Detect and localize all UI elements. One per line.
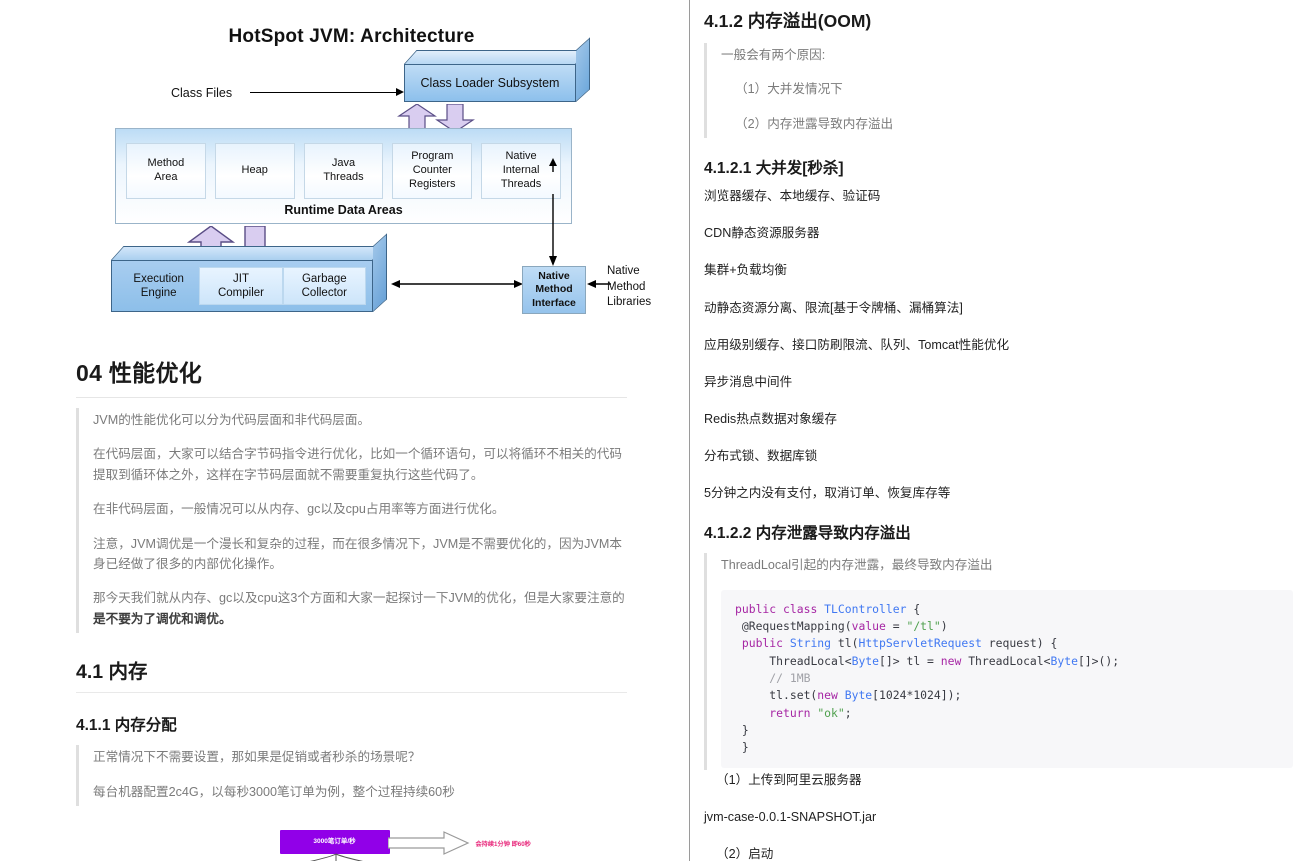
engine-nmi-connector-icon bbox=[391, 278, 523, 290]
document-page: HotSpot JVM: Architecture Class Files Cl… bbox=[0, 0, 1311, 861]
concurrency-item-7: Redis热点数据对象缓存 bbox=[704, 409, 1293, 429]
flow-root-label: 3000笔订单/秒 bbox=[313, 838, 355, 847]
figure-title: HotSpot JVM: Architecture bbox=[79, 8, 624, 48]
class-loader-label: Class Loader Subsystem bbox=[421, 76, 560, 90]
execution-engine-box-side bbox=[373, 233, 387, 312]
quote-performance-line-5-bold: 是不要为了调优和调优。 bbox=[93, 612, 232, 626]
heading-memory-leak: 4.1.2.2 内存泄露导致内存溢出 bbox=[704, 521, 1293, 543]
step-2: （2）启动 bbox=[704, 844, 1293, 861]
execution-engine-box-top bbox=[111, 246, 386, 260]
class-loader-subsystem-box: Class Loader Subsystem bbox=[404, 64, 576, 102]
class-files-label: Class Files bbox=[171, 86, 232, 100]
engine-cell-jit-compiler: JITCompiler bbox=[199, 267, 282, 305]
heading-performance-optimization: 04 性能优化 bbox=[76, 354, 627, 398]
jvm-architecture-figure: HotSpot JVM: Architecture Class Files Cl… bbox=[79, 8, 624, 328]
concurrency-item-3: 集群+负载均衡 bbox=[704, 260, 1293, 280]
quote-threadlocal-text: ThreadLocal引起的内存泄露，最终导致内存溢出 bbox=[721, 555, 1293, 575]
quote-oom-line-1: 一般会有两个原因: bbox=[721, 45, 1293, 65]
flow-duration-note: 会持续1分钟 即60秒 bbox=[476, 839, 531, 848]
quote-allocation-line-2: 每台机器配置2c4G，以每秒3000笔订单为例，整个过程持续60秒 bbox=[93, 782, 627, 802]
runtime-cell-method-area: MethodArea bbox=[126, 143, 206, 199]
runtime-cell-heap: Heap bbox=[215, 143, 295, 199]
concurrency-item-6: 异步消息中间件 bbox=[704, 372, 1293, 392]
execution-engine-box: ExecutionEngine JITCompiler GarbageColle… bbox=[111, 260, 373, 312]
quote-oom-line-2: （1）大并发情况下 bbox=[721, 79, 1293, 99]
quote-performance-line-5-text: 那今天我们就从内存、gc以及cpu这3个方面和大家一起探讨一下JVM的优化，但是… bbox=[93, 591, 625, 605]
quote-allocation-line-1: 正常情况下不需要设置，那如果是促销或者秒杀的场景呢？ bbox=[93, 747, 627, 767]
runtime-data-areas-cells: MethodArea Heap JavaThreads ProgramCount… bbox=[116, 143, 571, 199]
engine-cell-execution-engine: ExecutionEngine bbox=[118, 267, 199, 305]
code-block-java[interactable]: public class TLController { @RequestMapp… bbox=[721, 590, 1293, 768]
jar-filename: jvm-case-0.0.1-SNAPSHOT.jar bbox=[704, 807, 1293, 827]
heading-oom: 4.1.2 内存溢出(OOM) bbox=[704, 8, 1293, 33]
quote-performance-line-5: 那今天我们就从内存、gc以及cpu这3个方面和大家一起探讨一下JVM的优化，但是… bbox=[93, 588, 627, 629]
concurrency-item-1: 浏览器缓存、本地缓存、验证码 bbox=[704, 186, 1293, 206]
class-loader-box-top bbox=[404, 50, 589, 64]
concurrency-item-4: 动静态资源分离、限流[基于令牌桶、漏桶算法] bbox=[704, 298, 1293, 318]
runtime-data-areas-box: MethodArea Heap JavaThreads ProgramCount… bbox=[115, 128, 572, 224]
right-page-column: 4.1.2 内存溢出(OOM) 一般会有两个原因: （1）大并发情况下 （2）内… bbox=[690, 0, 1311, 861]
heading-high-concurrency: 4.1.2.1 大并发[秒杀] bbox=[704, 156, 1293, 178]
left-page-column: HotSpot JVM: Architecture Class Files Cl… bbox=[0, 0, 689, 861]
engine-cell-garbage-collector: GarbageCollector bbox=[283, 267, 366, 305]
runtime-cell-pc-registers: ProgramCounterRegisters bbox=[392, 143, 472, 199]
runtime-data-areas-label: Runtime Data Areas bbox=[116, 203, 571, 217]
class-files-connector bbox=[250, 92, 398, 93]
native-method-libraries-label: NativeMethodLibraries bbox=[607, 264, 681, 311]
runtime-nmi-connector-icon bbox=[547, 194, 559, 266]
quote-oom: 一般会有两个原因: （1）大并发情况下 （2）内存泄露导致内存溢出 bbox=[704, 43, 1293, 138]
heading-memory: 4.1 内存 bbox=[76, 655, 627, 693]
concurrency-item-8: 分布式锁、数据库锁 bbox=[704, 446, 1293, 466]
quote-performance: JVM的性能优化可以分为代码层面和非代码层面。 在代码层面，大家可以结合字节码指… bbox=[76, 408, 627, 633]
heading-memory-allocation: 4.1.1 内存分配 bbox=[76, 713, 627, 735]
order-rate-flow-figure: 3000笔订单/秒 会持续1分钟 即60秒 订单服务1000单/秒 订单服务 bbox=[82, 822, 622, 861]
quote-allocation: 正常情况下不需要设置，那如果是促销或者秒杀的场景呢？ 每台机器配置2c4G，以每… bbox=[76, 745, 627, 806]
class-files-arrowhead bbox=[396, 88, 404, 96]
native-method-interface-box: NativeMethodInterface bbox=[522, 266, 586, 314]
step-1: （1）上传到阿里云服务器 bbox=[704, 770, 1293, 790]
quote-performance-line-4: 注意，JVM调优是一个漫长和复杂的过程，而在很多情况下，JVM是不需要优化的，因… bbox=[93, 534, 627, 575]
runtime-up-tick-icon bbox=[547, 158, 559, 172]
runtime-cell-java-threads: JavaThreads bbox=[304, 143, 384, 199]
quote-performance-line-2: 在代码层面，大家可以结合字节码指令进行优化，比如一个循环语句，可以将循环不相关的… bbox=[93, 444, 627, 485]
flow-root-node: 3000笔订单/秒 bbox=[280, 830, 390, 854]
quote-performance-line-1: JVM的性能优化可以分为代码层面和非代码层面。 bbox=[93, 410, 627, 430]
quote-oom-line-3: （2）内存泄露导致内存溢出 bbox=[721, 114, 1293, 134]
quote-performance-line-3: 在非代码层面，一般情况可以从内存、gc以及cpu占用率等方面进行优化。 bbox=[93, 499, 627, 519]
concurrency-item-9: 5分钟之内没有支付，取消订单、恢复库存等 bbox=[704, 483, 1293, 503]
flow-branch-curves-icon bbox=[212, 852, 472, 861]
quote-threadlocal: ThreadLocal引起的内存泄露，最终导致内存溢出 public class… bbox=[704, 553, 1293, 769]
class-loader-box-side bbox=[576, 37, 590, 102]
concurrency-item-5: 应用级别缓存、接口防刷限流、队列、Tomcat性能优化 bbox=[704, 335, 1293, 355]
concurrency-item-2: CDN静态资源服务器 bbox=[704, 223, 1293, 243]
